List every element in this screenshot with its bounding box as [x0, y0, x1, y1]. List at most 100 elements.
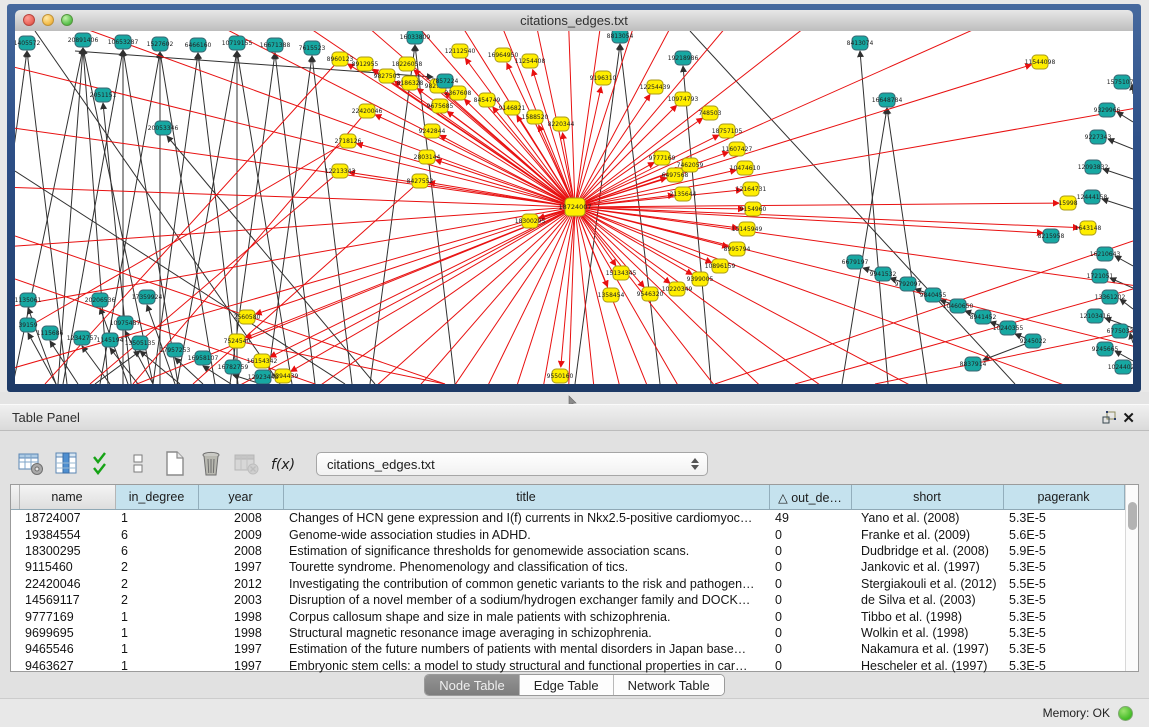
graph-node[interactable]: 12164731 [736, 182, 767, 196]
graph-node[interactable]: 8837914 [960, 357, 987, 371]
graph-node[interactable]: 16648784 [872, 93, 903, 107]
graph-node[interactable]: 10474610 [730, 161, 761, 175]
graph-node[interactable]: 1145194 [97, 333, 124, 347]
graph-node[interactable]: 16671388 [260, 38, 291, 52]
graph-node[interactable]: 6679197 [842, 255, 869, 269]
svg-text:16210643: 16210643 [1090, 251, 1121, 258]
graph-node[interactable]: 15751074 [1107, 75, 1133, 89]
graph-node[interactable]: 1358454 [598, 288, 625, 302]
table-row[interactable]: 1456911722003Disruption of a novel membe… [11, 592, 1124, 608]
table-row[interactable]: 2242004622012Investigating the contribut… [11, 576, 1124, 592]
zoom-window-button[interactable] [61, 14, 73, 26]
graph-node[interactable]: 10975487 [110, 316, 141, 330]
graph-node[interactable]: 16033809 [400, 31, 431, 44]
table-scrollbar[interactable] [1125, 485, 1139, 671]
graph-node[interactable]: 9227343 [1085, 130, 1112, 144]
graph-node[interactable]: 10896159 [705, 259, 736, 273]
graph-node[interactable]: 10974793 [668, 92, 699, 106]
graph-node[interactable]: 2803144 [414, 150, 441, 164]
graph-node[interactable]: 15998 [1058, 196, 1077, 210]
tab-node-table[interactable]: Node Table [425, 675, 520, 695]
network-canvas[interactable]: 1872400789601238912955182260589827503818… [15, 31, 1133, 384]
tab-edge-table[interactable]: Edge Table [520, 675, 614, 695]
graph-node[interactable]: 19218986 [668, 51, 699, 65]
graph-node[interactable]: 9245022 [1020, 334, 1047, 348]
graph-node[interactable]: 12342757 [67, 331, 98, 345]
create-table-icon[interactable] [160, 449, 190, 479]
graph-node[interactable]: 15145949 [732, 222, 763, 236]
graph-node[interactable]: 12112540 [445, 44, 476, 58]
graph-node[interactable]: 10220349 [662, 282, 693, 296]
graph-node[interactable]: 10719155 [222, 36, 253, 50]
graph-node[interactable]: 8995794 [724, 242, 751, 256]
table-row[interactable]: 946554611997Estimation of the future num… [11, 641, 1124, 657]
table-row[interactable]: 911546021997Tourette syndrome. Phenomeno… [11, 559, 1124, 575]
column-header-name[interactable]: name [19, 485, 115, 510]
graph-node[interactable]: 10244022 [1108, 360, 1133, 374]
delete-table-icon[interactable] [196, 449, 226, 479]
close-panel-icon[interactable]: ✕ [1120, 409, 1137, 427]
graph-node[interactable]: 9146821 [499, 101, 526, 115]
graph-node[interactable]: 12103416 [1080, 309, 1111, 323]
checkbox-stack-icon[interactable] [124, 449, 154, 479]
graph-node[interactable]: 6466160 [185, 38, 212, 52]
column-header-year[interactable]: year [198, 485, 283, 510]
column-header-pagerank[interactable]: pagerank [1003, 485, 1124, 510]
graph-node[interactable]: 10240355 [993, 321, 1024, 335]
graph-node[interactable]: 1115686 [37, 326, 64, 340]
graph-node[interactable]: 11544098 [1025, 55, 1056, 69]
close-window-button[interactable] [23, 14, 35, 26]
show-columns-icon[interactable] [52, 449, 82, 479]
table-settings-icon[interactable] [16, 449, 46, 479]
graph-node[interactable]: 1643148 [1075, 221, 1102, 235]
graph-node[interactable]: 748503 [699, 106, 722, 120]
graph-node[interactable]: 39159 [18, 318, 37, 332]
graph-node[interactable]: 16210643 [1090, 247, 1121, 261]
graph-node[interactable]: 11254408 [515, 54, 546, 68]
graph-node[interactable]: 20891406 [68, 33, 99, 47]
table-row[interactable]: 1830029562008Estimation of significance … [11, 543, 1124, 559]
tab-network-table[interactable]: Network Table [614, 675, 724, 695]
graph-node[interactable]: 9792097 [895, 277, 922, 291]
column-header-title[interactable]: title [283, 485, 769, 510]
graph-node[interactable]: 9840455 [920, 288, 947, 302]
graph-node[interactable]: 1721051 [1087, 269, 1114, 283]
graph-node[interactable]: 8813054 [607, 31, 634, 43]
graph-node[interactable]: 8427552 [407, 174, 434, 188]
table-row[interactable]: 946362711997Embryonic stem cells: a mode… [11, 658, 1124, 674]
graph-node[interactable]: 13505135 [125, 336, 156, 350]
graph-node[interactable]: 8215958 [1038, 229, 1065, 243]
graph-node[interactable]: 8941452 [970, 310, 997, 324]
svg-text:2135644: 2135644 [670, 191, 697, 198]
column-header-in-degree[interactable]: in_degree [115, 485, 198, 510]
graph-node[interactable]: 16782759 [218, 360, 249, 374]
graph-node[interactable]: 12444158 [1077, 190, 1108, 204]
graph-node[interactable]: 1527602 [147, 37, 174, 51]
graph-node[interactable]: 12093832 [1078, 160, 1109, 174]
column-header-short[interactable]: short [851, 485, 1003, 510]
graph-node[interactable]: 8413074 [847, 36, 874, 50]
function-builder-icon[interactable]: f(x) [268, 449, 298, 479]
minimize-window-button[interactable] [42, 14, 54, 26]
graph-node[interactable]: 11607427 [722, 142, 753, 156]
table-selector[interactable]: citations_edges.txt [316, 452, 708, 476]
table-row[interactable]: 1872400712008Changes of HCN gene express… [11, 510, 1124, 527]
scrollbar-thumb[interactable] [1128, 502, 1137, 530]
table-row[interactable]: 977716911998Corpus callosum shape and si… [11, 608, 1124, 624]
column-header-out-degree[interactable]: △ out_de… [769, 485, 851, 510]
graph-node[interactable]: 8220344 [548, 117, 575, 131]
select-all-checks-icon[interactable] [88, 449, 118, 479]
graph-node[interactable]: 1588520 [522, 110, 549, 124]
graph-node[interactable]: 2560580 [234, 310, 261, 324]
table-row[interactable]: 1938455462009Genome-wide association stu… [11, 526, 1124, 542]
table-row[interactable]: 969969511998Structural magnetic resonanc… [11, 625, 1124, 641]
graph-node[interactable]: 9675685 [427, 99, 454, 113]
graph-node[interactable]: 8960123 [327, 52, 354, 66]
float-panel-icon[interactable] [1098, 409, 1120, 427]
network-graph[interactable]: 1872400789601238912955182260589827503818… [15, 31, 1133, 384]
graph-node[interactable]: 9245665 [1092, 342, 1119, 356]
window-titlebar[interactable]: citations_edges.txt [15, 10, 1133, 31]
graph-node[interactable]: 1405572 [15, 36, 41, 50]
graph-node[interactable]: 12254439 [640, 80, 671, 94]
graph-node[interactable]: 7615523 [299, 41, 326, 55]
